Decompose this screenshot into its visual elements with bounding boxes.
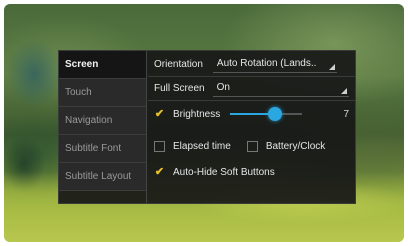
elapsed-time-checkbox[interactable] bbox=[154, 140, 165, 152]
brightness-checkbox[interactable]: ✔ bbox=[154, 108, 165, 120]
battery-clock-checkbox[interactable] bbox=[246, 140, 258, 152]
orientation-label: Orientation bbox=[154, 58, 203, 70]
brightness-label: Brightness bbox=[173, 108, 221, 120]
auto-hide-row: ✔ Auto-Hide Soft Buttons bbox=[154, 161, 349, 183]
elapsed-battery-row: Elapsed time Battery/Clock bbox=[154, 135, 349, 157]
fullscreen-label: Full Screen bbox=[154, 82, 205, 94]
tab-navigation[interactable]: Navigation bbox=[59, 107, 146, 135]
dropdown-corner-icon bbox=[341, 88, 347, 94]
slider-thumb[interactable] bbox=[267, 107, 282, 121]
orientation-value: Auto Rotation (Lands.. bbox=[216, 58, 317, 69]
orientation-select[interactable]: Auto Rotation (Lands.. bbox=[212, 55, 337, 73]
tab-touch[interactable]: Touch bbox=[59, 79, 146, 107]
divider bbox=[148, 100, 355, 101]
tab-screen[interactable]: Screen bbox=[59, 51, 146, 79]
brightness-slider[interactable] bbox=[230, 107, 303, 121]
screen-settings: Orientation Auto Rotation (Lands.. Full … bbox=[148, 51, 355, 203]
fullscreen-select[interactable]: On bbox=[212, 79, 349, 97]
fullscreen-row: Full Screen On bbox=[154, 77, 349, 99]
video-background: Screen Touch Navigation Subtitle Font Su… bbox=[4, 4, 404, 242]
tab-subtitle-layout[interactable]: Subtitle Layout bbox=[59, 163, 146, 191]
elapsed-time-label: Elapsed time bbox=[173, 140, 231, 152]
fullscreen-value: On bbox=[216, 82, 230, 93]
settings-tabs: Screen Touch Navigation Subtitle Font Su… bbox=[59, 51, 147, 203]
settings-panel: Screen Touch Navigation Subtitle Font Su… bbox=[58, 50, 356, 204]
auto-hide-checkbox[interactable]: ✔ bbox=[154, 166, 165, 178]
battery-clock-label: Battery/Clock bbox=[265, 140, 326, 152]
brightness-row: ✔ Brightness 7 bbox=[154, 103, 349, 125]
tab-subtitle-font[interactable]: Subtitle Font bbox=[59, 135, 146, 163]
brightness-value: 7 bbox=[343, 108, 349, 120]
dropdown-corner-icon bbox=[328, 64, 335, 70]
auto-hide-label: Auto-Hide Soft Buttons bbox=[173, 166, 275, 178]
orientation-row: Orientation Auto Rotation (Lands.. bbox=[154, 53, 349, 75]
